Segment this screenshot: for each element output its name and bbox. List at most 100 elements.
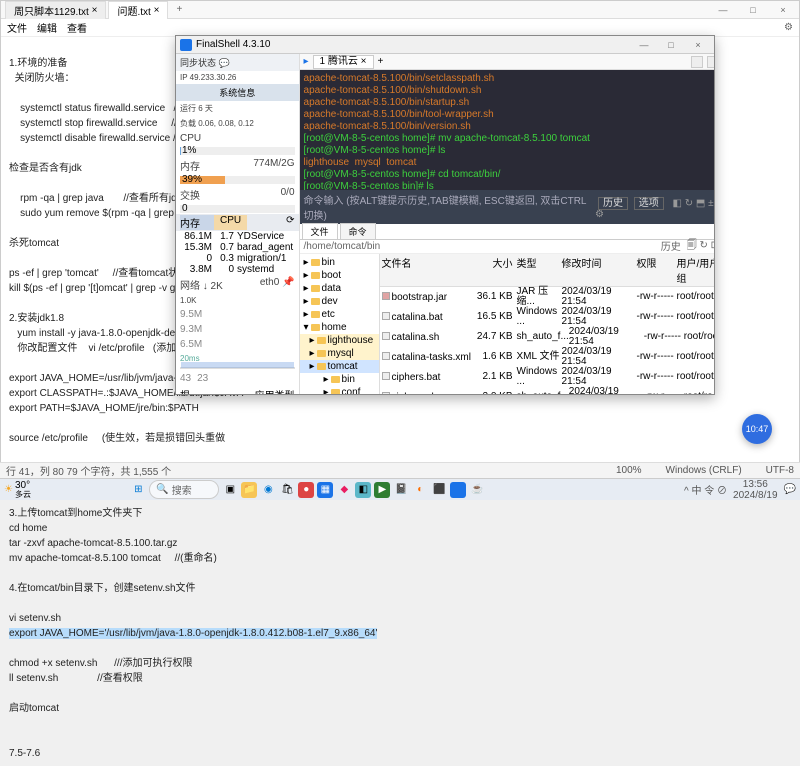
file-list[interactable]: 文件名 大小 类型 修改时间 权限 用户/用户组 bootstrap.jar36… — [380, 254, 714, 394]
search-icon: 🔍 — [156, 484, 168, 495]
col-filename[interactable]: 文件名 — [382, 255, 477, 285]
taskbar-time: 13:56 — [733, 479, 778, 490]
folder-tree[interactable]: ▸bin▸boot▸data▸dev▸etc▾home▸lighthouse▸m… — [300, 254, 380, 394]
tree-node[interactable]: ▸dev — [304, 295, 375, 308]
tree-node[interactable]: ▸data — [304, 282, 375, 295]
tree-node[interactable]: ▸lighthouse — [300, 334, 379, 347]
folder-icon — [311, 324, 320, 331]
file-row[interactable]: catalina.sh24.7 KBsh_auto_f...2024/03/19… — [380, 327, 714, 347]
net-interface[interactable]: eth0 📌 — [260, 277, 295, 292]
add-tab-button[interactable]: + — [378, 56, 384, 67]
editor-tab-2[interactable]: 问题.txt × — [108, 1, 168, 19]
menu-edit[interactable]: 编辑 — [37, 20, 57, 35]
process-row[interactable]: 00.3migration/1 — [176, 253, 299, 264]
fs-minimize-button[interactable]: — — [632, 36, 656, 54]
notepad-taskbar-icon[interactable]: 📓 — [393, 482, 409, 498]
swap-label: 交换 — [180, 187, 200, 202]
term-tool-icon[interactable] — [691, 56, 703, 68]
terminal-input-bar[interactable]: 命令输入 (按ALT键提示历史,TAB键模糊, ESC键返回, 双击CTRL切换… — [300, 190, 714, 224]
gear-icon[interactable]: ⚙ — [784, 22, 793, 33]
current-path[interactable]: /home/tomcat/bin — [304, 241, 381, 252]
process-row[interactable]: 86.1M1.7YDService — [176, 231, 299, 242]
encoding[interactable]: UTF-8 — [766, 465, 794, 476]
app-icon-6[interactable]: ◐ — [412, 482, 428, 498]
close-button[interactable]: × — [771, 1, 795, 19]
tree-node[interactable]: ▸conf — [304, 386, 375, 394]
editor-tab-1[interactable]: 周只脚本1129.txt × — [5, 1, 106, 19]
tab-close-icon[interactable]: × — [154, 5, 160, 16]
app-icon-5[interactable]: ▶ — [374, 482, 390, 498]
tree-node[interactable]: ▸boot — [304, 269, 375, 282]
explorer-icon[interactable]: 📁 — [241, 482, 257, 498]
path-history-button[interactable]: 历史 — [661, 238, 681, 255]
proc-col-mem[interactable]: 内存 — [180, 215, 214, 230]
folder-icon — [311, 272, 320, 279]
tab-close-icon[interactable]: × — [92, 5, 98, 16]
taskbar-clock[interactable]: 13:56 2024/8/19 — [733, 479, 778, 501]
tree-node[interactable]: ▸bin — [304, 373, 375, 386]
col-owner[interactable]: 用户/用户组 — [677, 255, 714, 285]
clock-widget[interactable]: 10:47 — [742, 414, 772, 444]
store-icon[interactable]: 🛍 — [279, 482, 295, 498]
fs-maximize-button[interactable]: □ — [659, 36, 683, 54]
file-row[interactable]: ciphers.sh2.0 KBsh_auto_f...2024/03/19 2… — [380, 387, 714, 394]
file-row[interactable]: catalina.bat16.5 KBWindows ...2024/03/19… — [380, 307, 714, 327]
run-icon[interactable]: ▸ — [304, 56, 309, 67]
weather-widget[interactable]: ☀ 30° 多云 — [4, 481, 31, 499]
tab-files[interactable]: 文件 — [302, 223, 338, 239]
menu-file[interactable]: 文件 — [7, 20, 27, 35]
tab-commands[interactable]: 命令 — [340, 223, 376, 239]
net-side: 1.0K — [176, 294, 299, 307]
terminal-output[interactable]: apache-tomcat-8.5.100/bin/setclasspath.s… — [300, 70, 714, 190]
path-tool-icons[interactable]: 🗐 ↻ ⊡ — [687, 238, 714, 255]
app-icon-3[interactable]: ◆ — [336, 482, 352, 498]
cursor-position: 行 41，列 80 79 个字符，共 1,555 个 — [6, 463, 171, 478]
app-icon-8[interactable]: ☕ — [469, 482, 485, 498]
notification-icon[interactable]: 💬 — [784, 484, 796, 495]
app-icon-4[interactable]: ◧ — [355, 482, 371, 498]
tree-node[interactable]: ▸bin — [304, 256, 375, 269]
process-row[interactable]: 15.3M0.7barad_agent — [176, 242, 299, 253]
swap-value: 0 — [182, 203, 188, 214]
zoom-level[interactable]: 100% — [616, 465, 642, 476]
edge-icon[interactable]: ◉ — [260, 482, 276, 498]
fs-close-button[interactable]: × — [686, 36, 710, 54]
taskbar: ☀ 30° 多云 ⊞ 🔍 搜索 ▣ 📁 ◉ 🛍 ● ▦ ◆ ◧ ▶ 📓 ◐ ⬛ … — [0, 478, 800, 500]
cpu-bar: 1% — [180, 147, 295, 155]
net-label: 网络 — [180, 281, 200, 292]
options-button[interactable]: 选项 — [634, 197, 664, 210]
terminal-tab[interactable]: 1 腾讯云 × — [313, 55, 374, 69]
proc-col-cpu[interactable]: CPU — [214, 215, 247, 230]
sysinfo-header: 系统信息 — [176, 84, 299, 101]
file-row[interactable]: bootstrap.jar36.1 KBJAR 压缩...2024/03/19 … — [380, 287, 714, 307]
process-row[interactable]: 3.8M0systemd — [176, 264, 299, 275]
tree-node[interactable]: ▸tomcat — [300, 360, 379, 373]
file-row[interactable]: catalina-tasks.xml1.6 KBXML 文件2024/03/19… — [380, 347, 714, 367]
term-tool-icon[interactable] — [707, 56, 714, 68]
task-view-icon[interactable]: ▣ — [222, 482, 238, 498]
minimize-button[interactable]: — — [711, 1, 735, 19]
app-icon-1[interactable]: ● — [298, 482, 314, 498]
app-icon-2[interactable]: ▦ — [317, 482, 333, 498]
maximize-button[interactable]: □ — [741, 1, 765, 19]
tree-node[interactable]: ▸mysql — [300, 347, 379, 360]
tab-close-icon[interactable]: × — [361, 56, 367, 67]
col-date[interactable]: 修改时间 — [562, 255, 637, 285]
line-ending[interactable]: Windows (CRLF) — [666, 465, 742, 476]
col-perm[interactable]: 权限 — [637, 255, 677, 285]
start-button[interactable]: ⊞ — [130, 482, 146, 498]
new-tab-button[interactable]: + — [170, 4, 188, 15]
taskbar-search[interactable]: 🔍 搜索 — [149, 480, 219, 499]
terminal-tab-strip: ▸ 1 腾讯云 × + — [300, 54, 714, 70]
finalshell-titlebar[interactable]: FinalShell 4.3.10 — □ × — [176, 36, 714, 54]
col-size[interactable]: 大小 — [477, 255, 517, 285]
col-type[interactable]: 类型 — [517, 255, 562, 285]
tree-node[interactable]: ▾home — [304, 321, 375, 334]
proc-col-refresh[interactable]: ⟳ — [286, 215, 294, 230]
finalshell-taskbar-icon[interactable] — [450, 482, 466, 498]
menu-view[interactable]: 查看 — [67, 20, 87, 35]
tray-icons[interactable]: ^ 中 令 ⊘ — [684, 482, 727, 497]
app-icon-7[interactable]: ⬛ — [431, 482, 447, 498]
tree-node[interactable]: ▸etc — [304, 308, 375, 321]
file-row[interactable]: ciphers.bat2.1 KBWindows ...2024/03/19 2… — [380, 367, 714, 387]
